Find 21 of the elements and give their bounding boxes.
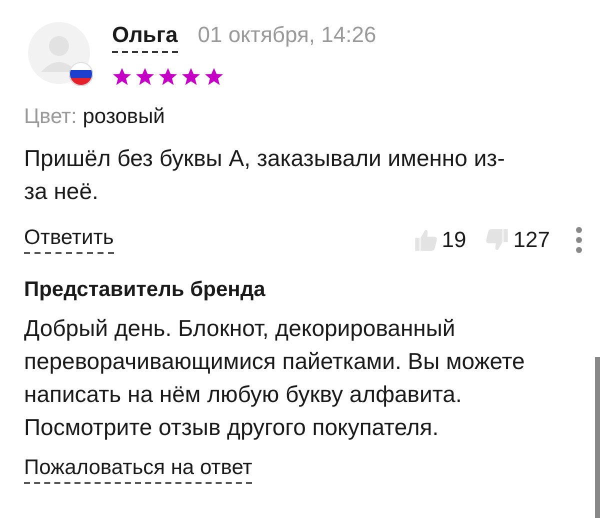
- review-text: Пришёл без буквы А, заказывали именно из-за неё.: [24, 144, 506, 206]
- star-icon: [112, 67, 132, 87]
- like-button[interactable]: 19: [412, 227, 466, 253]
- star-icon: [204, 67, 224, 87]
- attribute-value: розовый: [82, 105, 165, 128]
- author-name[interactable]: Ольга: [112, 22, 178, 53]
- flag-icon: [69, 62, 93, 86]
- brand-reply-text: Добрый день. Блокнот, декорированный переворачивающимися пайетками. Вы можете написать на нём любую букву алфавита. Посмотрите отзыв другого покупателя.: [24, 314, 526, 442]
- complain-link[interactable]: Пожаловаться на ответ: [24, 456, 252, 484]
- star-icon: [135, 67, 155, 87]
- attribute-label: Цвет:: [24, 105, 77, 128]
- review-date: 01 октября, 14:26: [198, 22, 376, 48]
- more-icon[interactable]: [574, 227, 584, 253]
- brand-reply-title: Представитель бренда: [24, 278, 266, 302]
- thumbs-up-icon: [412, 227, 439, 253]
- star-icon: [181, 67, 201, 87]
- star-icon: [158, 67, 178, 87]
- dislike-button[interactable]: 127: [484, 227, 550, 253]
- thumbs-down-icon: [484, 227, 510, 253]
- reply-link[interactable]: Ответить: [24, 226, 114, 254]
- scrollbar[interactable]: [595, 357, 600, 518]
